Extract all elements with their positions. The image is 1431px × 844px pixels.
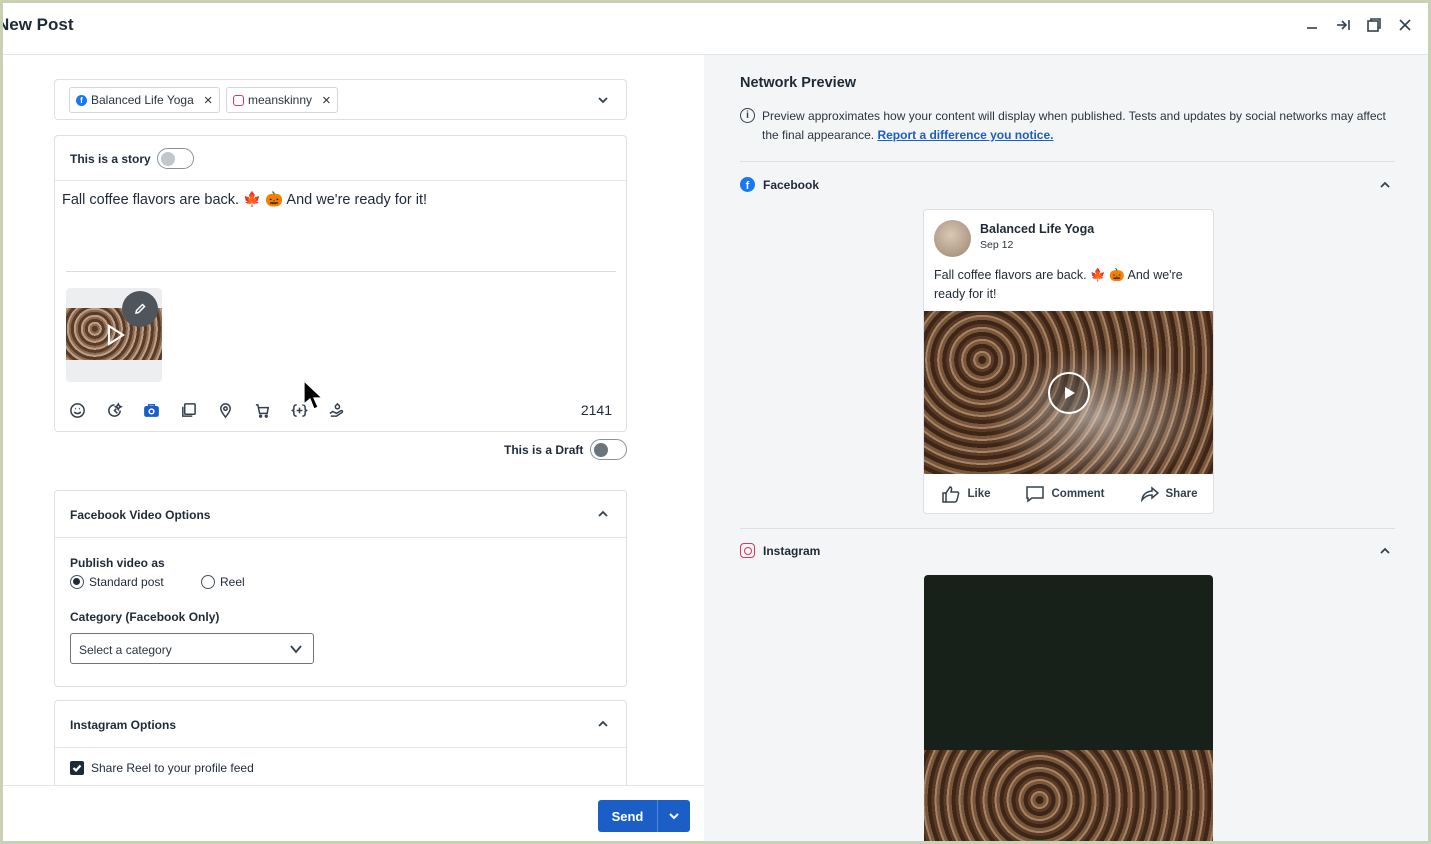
info-icon: i [740,108,755,123]
remove-profile-icon[interactable]: × [204,93,213,108]
section-title: Facebook Video Options [70,508,211,522]
ig-video-preview[interactable] [924,750,1213,841]
mouse-cursor [303,379,325,414]
preview-title: Network Preview [740,75,857,91]
send-options-button[interactable] [658,800,690,832]
fb-page-name: Balanced Life Yoga [980,222,1095,236]
share-button[interactable]: Share [1140,485,1198,503]
composer-card: This is a story Fall coffee flavors are … [54,135,627,432]
category-select-value: Select a category [79,643,172,657]
report-difference-link[interactable]: Report a difference you notice. [877,128,1053,142]
window-header: New Post [3,3,1428,55]
edit-media-button[interactable] [122,291,158,327]
instagram-options-header[interactable]: Instagram Options [55,701,626,748]
story-label: This is a story [70,152,151,166]
minimize-icon[interactable] [1302,15,1321,34]
share-icon [1140,486,1159,503]
send-button[interactable]: Send [598,800,658,832]
fb-post-date: Sep 12 [980,239,1014,251]
instagram-icon [233,94,244,106]
chevron-up-icon[interactable] [1378,544,1392,558]
comment-label: Comment [1051,488,1105,500]
radio-label: Reel [220,575,245,589]
send-button-group: Send [598,800,690,832]
ai-assist-icon[interactable] [105,401,124,420]
shopping-icon[interactable] [253,401,272,420]
facebook-preview-header[interactable]: f Facebook [740,175,1395,199]
collapse-to-side-icon[interactable] [1333,15,1352,34]
character-count: 2141 [580,402,612,418]
like-label: Like [967,488,991,500]
close-icon[interactable] [1395,15,1414,34]
chevron-up-icon[interactable] [596,717,610,731]
radio-reel[interactable]: Reel [201,575,245,589]
emoji-icon[interactable] [68,401,87,420]
compose-panel: f Balanced Life Yoga × meanskinny × This… [3,55,704,800]
instagram-post-preview [924,575,1213,841]
play-icon [100,321,128,349]
fb-video-preview[interactable] [924,311,1213,474]
new-post-window: New Post f Balanced Life Yoga × meanskin… [3,3,1428,841]
comment-icon [1026,486,1045,503]
story-toggle[interactable] [157,148,194,169]
publish-as-label: Publish video as [70,556,165,570]
fb-post-text: Fall coffee flavors are back. 🍁 🎃 And we… [934,268,1183,301]
network-label: Facebook [763,178,820,192]
divider [740,528,1395,529]
preview-info-text: Preview approximates how your content wi… [762,109,1386,142]
section-title: Instagram Options [70,718,177,732]
instagram-preview-header[interactable]: Instagram [740,541,1395,565]
media-thumbnail[interactable] [66,288,162,382]
compose-footer: Send [3,785,704,841]
network-preview-panel: Network Preview i Preview approximates h… [704,55,1428,841]
radio-circle [201,575,215,589]
like-button[interactable]: Like [941,485,991,503]
comment-button[interactable]: Comment [1025,485,1105,503]
facebook-video-options: Facebook Video Options Publish video as … [54,490,627,687]
location-icon[interactable] [216,401,235,420]
thumbs-up-icon [942,486,960,503]
profile-chip-instagram[interactable]: meanskinny × [226,87,338,113]
window-title: New Post [3,15,74,34]
restore-icon[interactable] [1364,15,1383,34]
fb-actions: Like Comment Share [924,474,1213,513]
chevron-down-icon[interactable] [596,93,610,107]
network-label: Instagram [763,544,821,558]
chevron-up-icon[interactable] [596,507,610,521]
radio-circle [70,575,84,589]
category-select[interactable]: Select a category [70,633,314,664]
profile-chip-label: Balanced Life Yoga [91,93,194,107]
draft-toggle[interactable] [590,439,627,460]
facebook-video-options-header[interactable]: Facebook Video Options [55,491,626,538]
chevron-down-icon [289,642,303,656]
share-label: Share [1165,488,1198,500]
preview-info: i Preview approximates how your content … [740,107,1390,145]
profile-selector[interactable]: f Balanced Life Yoga × meanskinny × [54,79,627,120]
profile-chip-facebook[interactable]: f Balanced Life Yoga × [69,87,220,113]
remove-profile-icon[interactable]: × [322,93,331,108]
text-divider [66,271,616,272]
checkbox-label: Share Reel to your profile feed [91,761,254,775]
story-row: This is a story [55,136,626,181]
draft-label: This is a Draft [504,443,584,457]
instagram-icon [740,543,755,558]
facebook-icon: f [76,94,87,106]
window-controls [1302,15,1414,34]
post-text-area[interactable]: Fall coffee flavors are back. 🍁 🎃 And we… [62,191,427,208]
radio-standard-post[interactable]: Standard post [70,575,164,589]
media-library-icon[interactable] [179,401,198,420]
hand-icon[interactable] [327,401,346,420]
chevron-up-icon[interactable] [1378,178,1392,192]
divider [740,161,1395,162]
share-reel-checkbox[interactable]: Share Reel to your profile feed [70,761,254,775]
facebook-post-preview: Balanced Life Yoga Sep 12 Fall coffee fl… [923,209,1214,514]
avatar [934,220,971,257]
camera-icon[interactable] [142,401,161,420]
profile-chip-label: meanskinny [248,93,313,107]
play-icon[interactable] [1048,372,1090,414]
checkbox-checked-icon [70,761,84,775]
category-label: Category (Facebook Only) [70,610,220,624]
facebook-icon: f [740,177,755,192]
radio-label: Standard post [89,575,164,589]
